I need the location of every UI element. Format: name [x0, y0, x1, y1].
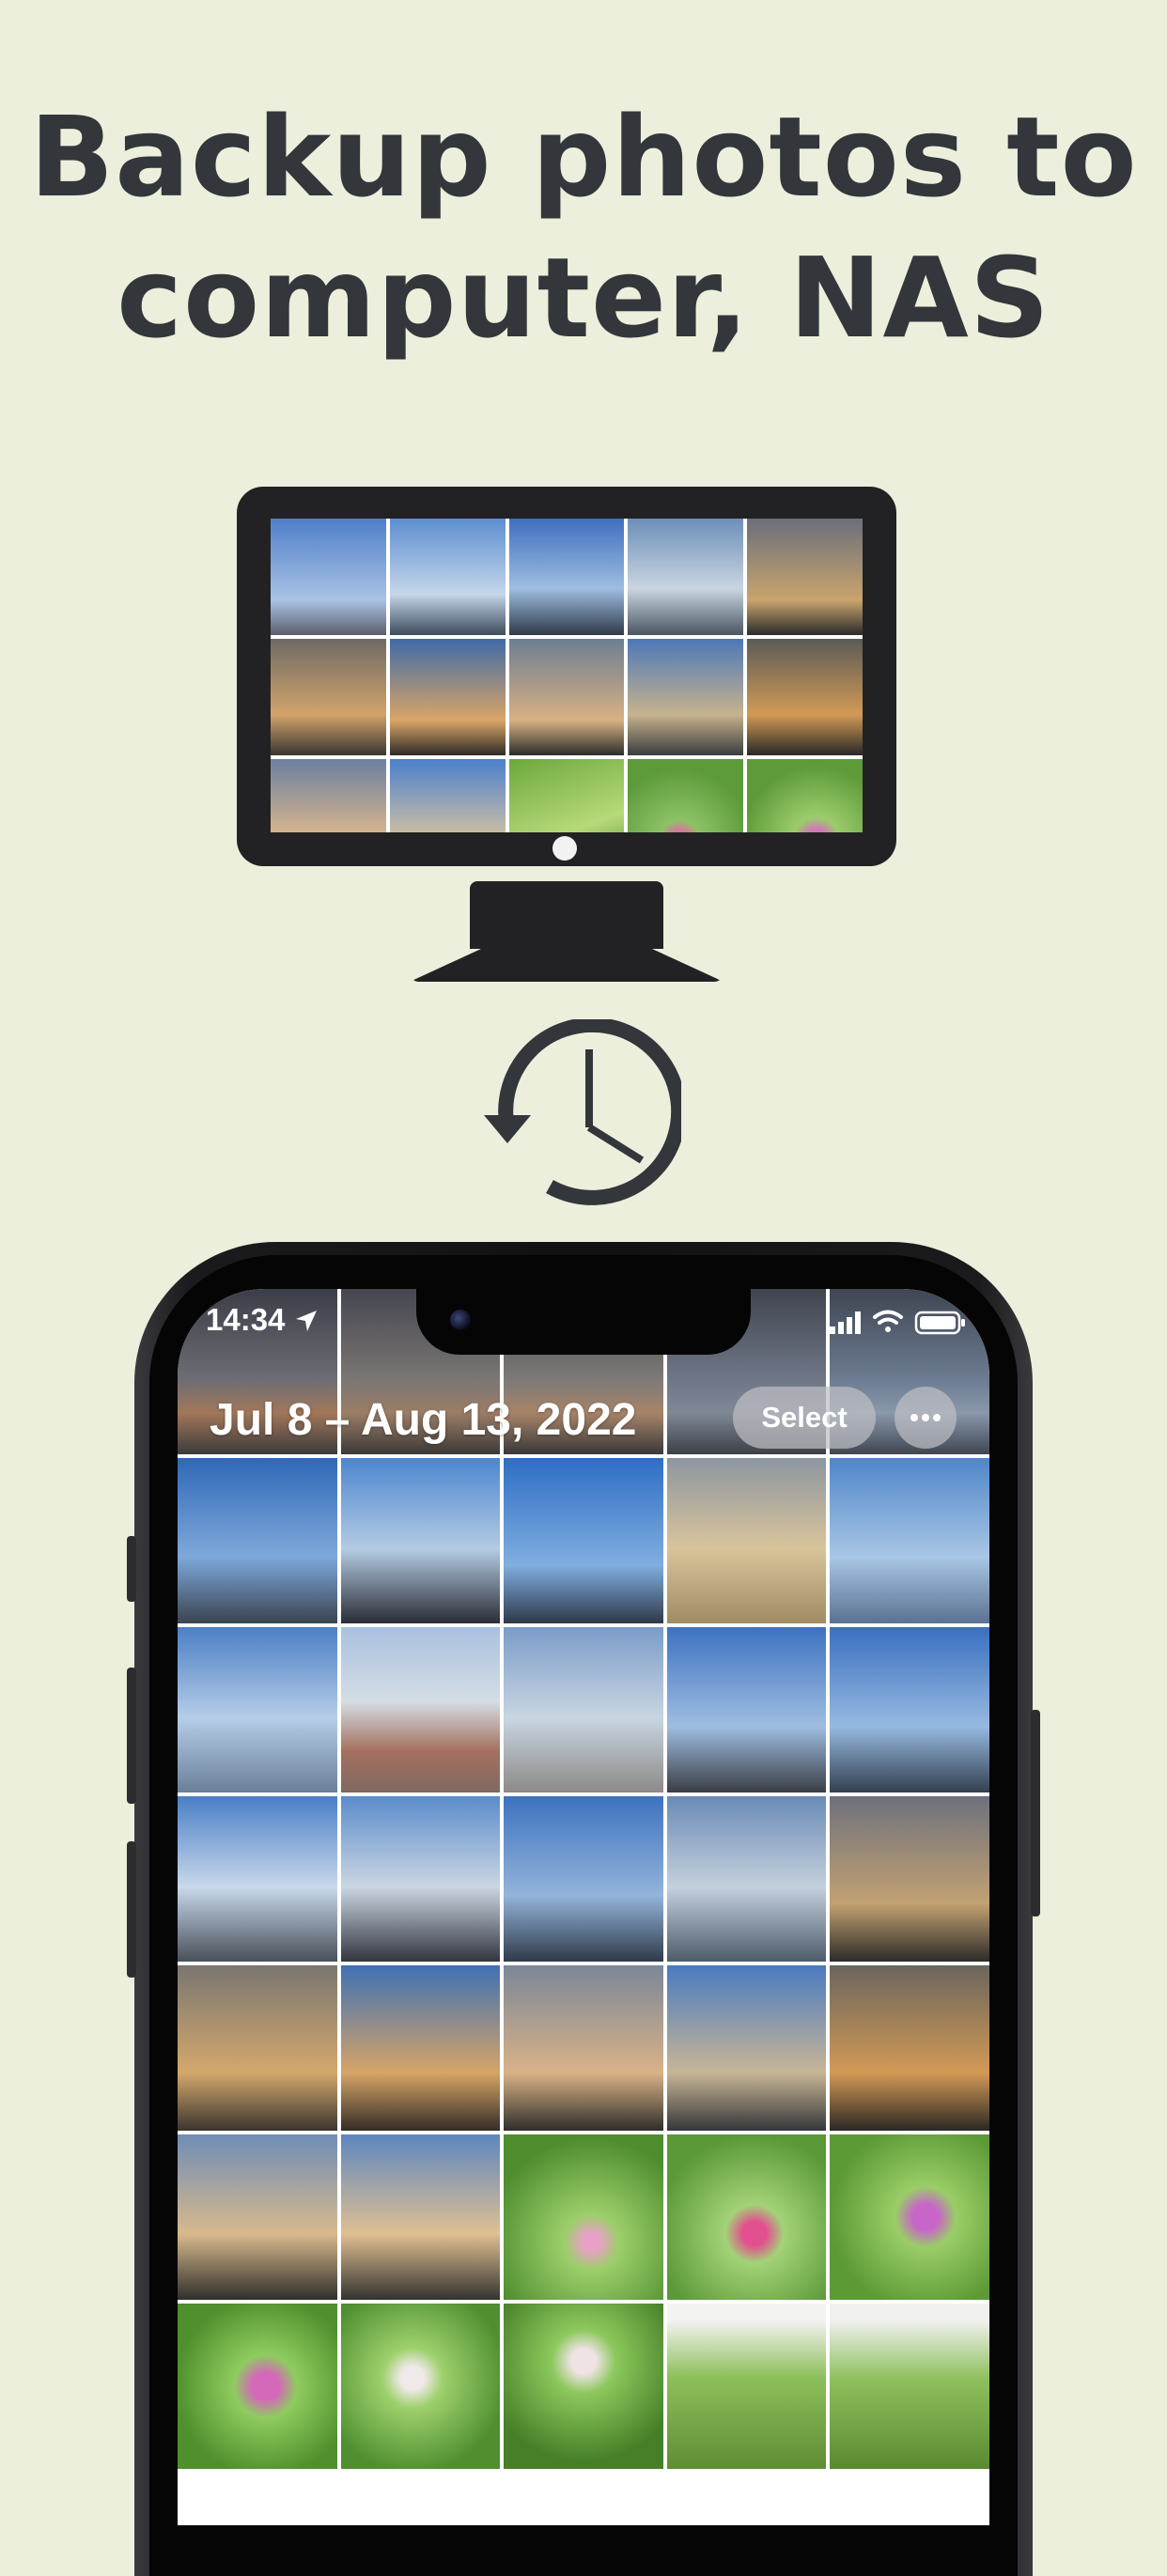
- monitor-photo: [271, 639, 386, 755]
- photo-thumbnail[interactable]: [830, 1458, 989, 1623]
- monitor-photo: [747, 639, 863, 755]
- headline-line-1: Backup photos to: [29, 92, 1138, 222]
- monitor-stand-neck: [470, 881, 663, 949]
- monitor-photo: [508, 639, 625, 755]
- monitor-photo: [628, 639, 744, 755]
- photo-thumbnail[interactable]: [178, 2134, 337, 2300]
- photo-thumbnail[interactable]: [666, 1796, 827, 1962]
- photo-grid: [178, 1289, 989, 2469]
- status-time: 14:34: [206, 1302, 319, 1338]
- photo-thumbnail[interactable]: [830, 1796, 989, 1962]
- photo-thumbnail[interactable]: [504, 1458, 663, 1623]
- battery-icon: [914, 1311, 965, 1335]
- monitor-photo: [747, 519, 863, 635]
- phone-screen: 14:34 Jul 8 – Aug 13, 2022 Select: [178, 1289, 989, 2525]
- photo-thumbnail[interactable]: [830, 1965, 989, 2131]
- photo-thumbnail[interactable]: [666, 1965, 827, 2131]
- photo-thumbnail[interactable]: [178, 1965, 337, 2131]
- monitor-icon: [237, 487, 896, 866]
- monitor-photo: [628, 519, 744, 635]
- monitor-stand-base: [410, 944, 724, 982]
- wifi-icon: [873, 1310, 903, 1332]
- photo-thumbnail[interactable]: [504, 2304, 663, 2469]
- photo-thumbnail[interactable]: [504, 1965, 663, 2131]
- photo-thumbnail[interactable]: [178, 1458, 337, 1623]
- ellipsis-icon: [910, 1414, 941, 1421]
- monitor-photo: [389, 639, 506, 755]
- location-arrow-icon: [295, 1311, 317, 1331]
- status-time-text: 14:34: [206, 1302, 286, 1337]
- monitor-photo: [271, 519, 386, 635]
- photo-thumbnail[interactable]: [830, 2134, 989, 2300]
- photo-thumbnail[interactable]: [666, 2304, 827, 2469]
- photo-thumbnail[interactable]: [340, 1627, 501, 1792]
- monitor-photo: [747, 759, 863, 832]
- photo-thumbnail[interactable]: [340, 1965, 501, 2131]
- monitor-photo-grid: [271, 519, 863, 832]
- phone-silent-switch: [127, 1536, 136, 1602]
- cellular-signal-icon: [830, 1311, 861, 1334]
- photo-thumbnail[interactable]: [178, 2304, 337, 2469]
- photo-thumbnail[interactable]: [830, 2304, 989, 2469]
- phone-power-button: [1031, 1710, 1040, 1916]
- photo-thumbnail[interactable]: [340, 1458, 501, 1623]
- photo-thumbnail[interactable]: [340, 2304, 501, 2469]
- photo-thumbnail[interactable]: [504, 1627, 663, 1792]
- photo-thumbnail[interactable]: [340, 1796, 501, 1962]
- photo-thumbnail[interactable]: [666, 1627, 827, 1792]
- monitor-photo: [389, 519, 506, 635]
- monitor-power-dot: [552, 836, 577, 861]
- more-options-button[interactable]: [895, 1387, 957, 1449]
- headline-line-2: computer, NAS: [117, 233, 1050, 363]
- headline: Backup photos to computer, NAS: [0, 86, 1167, 368]
- phone-volume-down-button: [127, 1841, 136, 1978]
- front-camera: [450, 1310, 471, 1330]
- status-icons: [830, 1310, 965, 1335]
- photo-thumbnail[interactable]: [666, 1458, 827, 1623]
- monitor-photo: [271, 759, 386, 832]
- photo-thumbnail[interactable]: [830, 1627, 989, 1792]
- photo-thumbnail[interactable]: [504, 2134, 663, 2300]
- photo-thumbnail[interactable]: [666, 2134, 827, 2300]
- photo-thumbnail[interactable]: [504, 1796, 663, 1962]
- date-range-title: Jul 8 – Aug 13, 2022: [210, 1395, 637, 1445]
- photo-thumbnail[interactable]: [178, 1796, 337, 1962]
- monitor-photo: [389, 759, 506, 832]
- phone-volume-up-button: [127, 1668, 136, 1804]
- select-button[interactable]: Select: [733, 1387, 876, 1449]
- photo-thumbnail[interactable]: [178, 1627, 337, 1792]
- monitor-photo: [628, 759, 744, 832]
- history-clock-icon: [484, 1019, 681, 1205]
- monitor-photo: [508, 759, 625, 832]
- photo-thumbnail[interactable]: [340, 2134, 501, 2300]
- monitor-photo: [508, 519, 625, 635]
